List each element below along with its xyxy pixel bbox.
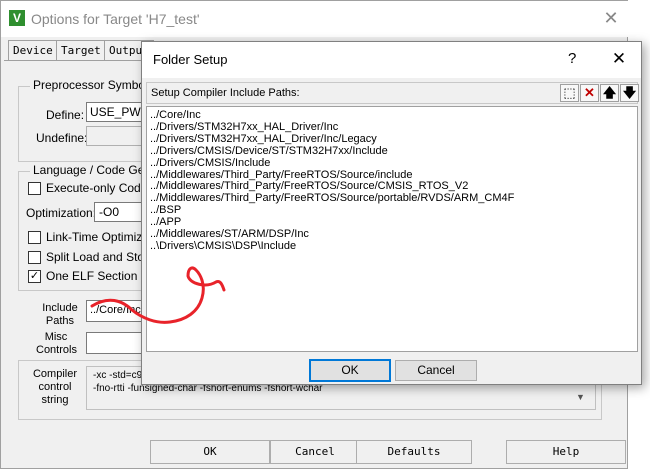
undefine-label: Undefine: [36, 131, 88, 145]
tab-device[interactable]: Device [8, 40, 58, 60]
undefine-input[interactable] [86, 126, 146, 146]
include-paths-header-label: Setup Compiler Include Paths: [151, 87, 300, 99]
split-load-label: Split Load and Store [46, 250, 155, 264]
define-input[interactable]: USE_PWR [86, 102, 149, 122]
close-icon[interactable]: ✕ [608, 48, 630, 70]
path-item[interactable]: ../Middlewares/Third_Party/FreeRTOS/Sour… [150, 192, 634, 205]
path-item[interactable]: ..\Drivers\CMSIS\DSP\Include [150, 240, 634, 253]
one-elf-checkbox[interactable]: ✓ [28, 270, 41, 283]
include-paths-list[interactable]: ../Core/Inc ../Drivers/STM32H7xx_HAL_Dri… [146, 106, 638, 352]
include-paths-label: Include Paths [42, 302, 78, 327]
optimization-label: Optimization: [26, 206, 97, 220]
options-close-icon[interactable]: ✕ [599, 6, 623, 30]
options-cancel-button[interactable]: Cancel [270, 440, 360, 464]
optimization-select[interactable]: -O0 [94, 202, 146, 222]
options-help-button[interactable]: Help [506, 440, 626, 464]
keil-app-icon: V [9, 10, 25, 26]
help-icon[interactable]: ? [568, 50, 576, 67]
new-folder-icon[interactable]: ⬚ [560, 84, 579, 102]
folder-setup-dialog: Folder Setup ? ✕ Setup Compiler Include … [141, 41, 642, 385]
folder-setup-title: Folder Setup [153, 52, 228, 67]
options-defaults-button[interactable]: Defaults [356, 440, 472, 464]
compiler-scroll-icon[interactable]: ▼ [576, 392, 585, 402]
misc-controls-label: Misc Controls [36, 331, 77, 356]
delete-icon[interactable]: ✕ [580, 84, 599, 102]
options-ok-button[interactable]: OK [150, 440, 270, 464]
options-window-title: Options for Target 'H7_test' [31, 11, 200, 27]
include-paths-header: Setup Compiler Include Paths: ⬚ ✕ 🡅 🡇 [146, 82, 639, 104]
preprocessor-group [18, 86, 146, 162]
misc-controls-input[interactable] [86, 332, 148, 354]
tab-target[interactable]: Target [56, 40, 106, 60]
options-title-bar: V Options for Target 'H7_test' ✕ [1, 1, 629, 37]
move-up-icon[interactable]: 🡅 [600, 84, 619, 102]
folder-setup-title-bar: Folder Setup ? ✕ [142, 42, 641, 78]
cancel-button[interactable]: Cancel [395, 360, 477, 381]
execute-only-checkbox[interactable] [28, 182, 41, 195]
move-down-icon[interactable]: 🡇 [620, 84, 639, 102]
path-item[interactable]: ../Drivers/CMSIS/Device/ST/STM32H7xx/Inc… [150, 145, 634, 158]
path-item[interactable]: ../Drivers/STM32H7xx_HAL_Driver/Inc/Lega… [150, 133, 634, 146]
include-paths-input[interactable]: ../Core/Inc [86, 300, 148, 322]
define-label: Define: [46, 108, 85, 122]
split-load-checkbox[interactable] [28, 251, 41, 264]
execute-only-label: Execute-only Code [46, 181, 148, 195]
path-item[interactable]: ../Drivers/CMSIS/Include [150, 157, 634, 170]
preprocessor-group-title: Preprocessor Symbols [30, 78, 157, 92]
compiler-control-label: Compiler control string [32, 368, 77, 406]
ok-button[interactable]: OK [309, 359, 391, 382]
link-time-checkbox[interactable] [28, 231, 41, 244]
path-item[interactable]: ../BSP [150, 204, 634, 217]
